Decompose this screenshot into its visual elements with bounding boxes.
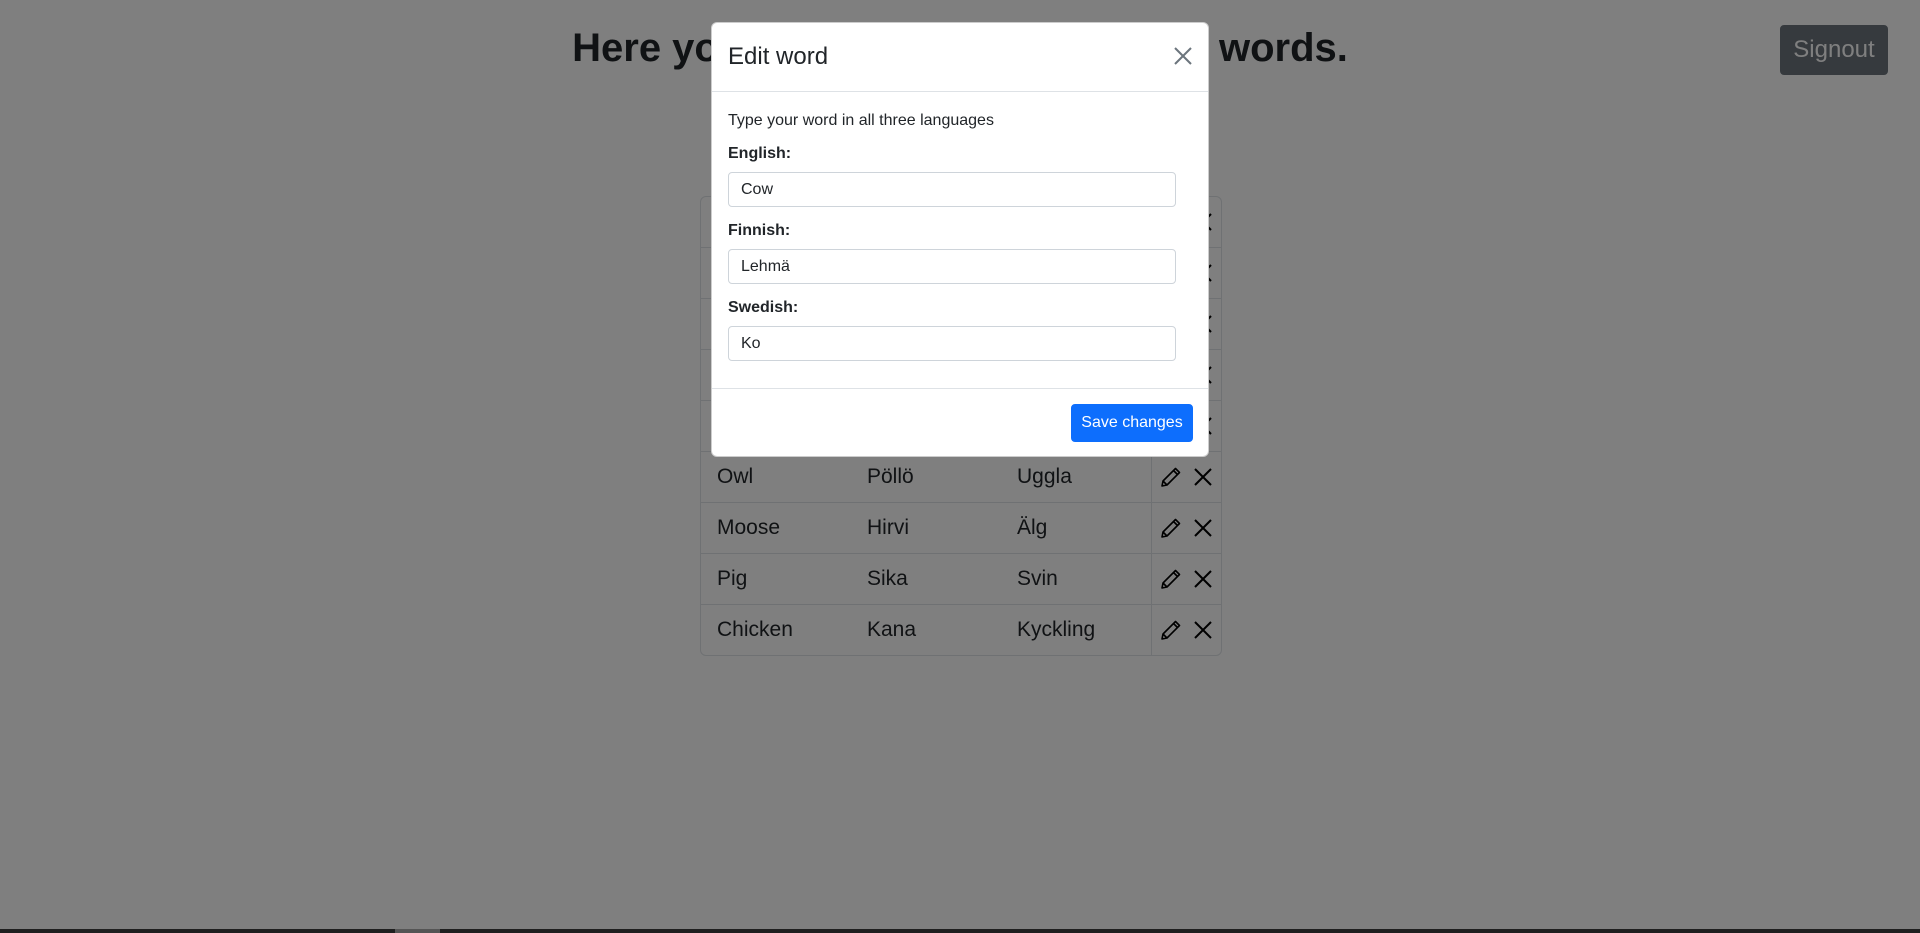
modal-body: Type your word in all three languages En… (712, 92, 1208, 389)
scrollbar-thumb[interactable] (395, 929, 440, 933)
finnish-label: Finnish: (728, 222, 791, 239)
close-icon[interactable] (1170, 43, 1196, 69)
modal-title: Edit word (728, 43, 829, 70)
save-changes-button[interactable]: Save changes (1071, 404, 1193, 442)
modal-footer: Save changes (712, 389, 1208, 458)
finnish-field[interactable] (728, 249, 1176, 284)
english-field[interactable] (728, 172, 1176, 207)
bottom-scrollbar[interactable] (0, 929, 1920, 933)
edit-word-modal: Edit word Type your word in all three la… (711, 22, 1209, 457)
swedish-label: Swedish: (728, 299, 799, 316)
swedish-field[interactable] (728, 326, 1176, 361)
modal-header: Edit word (712, 23, 1208, 92)
english-label: English: (728, 145, 792, 162)
modal-hint: Type your word in all three languages (728, 112, 994, 129)
